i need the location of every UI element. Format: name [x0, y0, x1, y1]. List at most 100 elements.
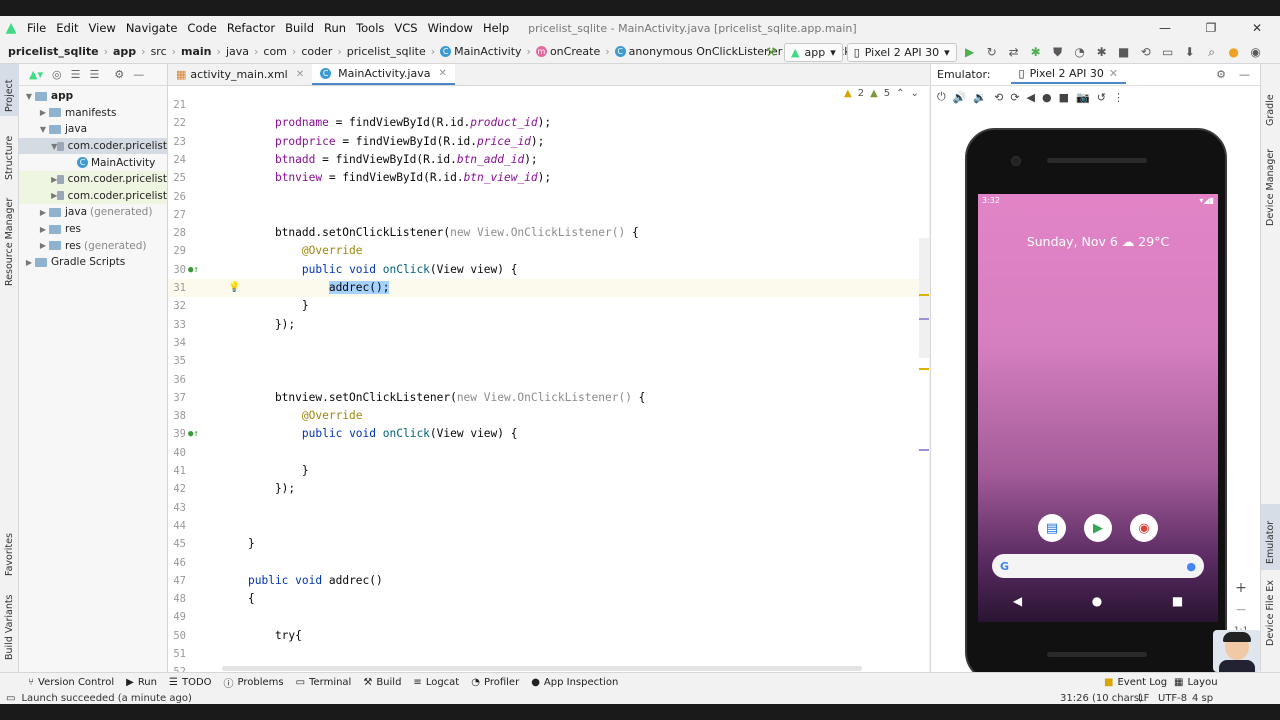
- code-line[interactable]: 49: [168, 608, 929, 626]
- implement-gutter-icon[interactable]: ●↑: [188, 425, 199, 443]
- power-icon[interactable]: ⏻: [937, 90, 946, 104]
- layout-inspector-tool[interactable]: ▦ Layou: [1174, 677, 1218, 688]
- breadcrumb-item[interactable]: main: [181, 45, 212, 58]
- home-icon[interactable]: ●: [1042, 91, 1052, 104]
- breadcrumb-item[interactable]: anonymous OnClickListener: [629, 45, 783, 58]
- emulator-device-tab[interactable]: ▯ Pixel 2 API 30 ✕: [1010, 65, 1127, 84]
- menu-navigate[interactable]: Navigate: [121, 21, 183, 35]
- emulator-tool-tab[interactable]: Emulator: [1265, 521, 1276, 564]
- tree-item[interactable]: ▶ Gradle Scripts: [19, 254, 167, 271]
- close-tab-icon[interactable]: ✕: [438, 68, 446, 79]
- menu-vcs[interactable]: VCS: [389, 21, 422, 35]
- tab-main-activity-java[interactable]: C MainActivity.java ✕: [312, 64, 455, 85]
- build-variants-tool-tab[interactable]: Build Variants: [4, 594, 15, 660]
- settings-gear-icon[interactable]: ⚙: [114, 68, 124, 81]
- maximize-icon[interactable]: ❐: [1188, 16, 1234, 40]
- menu-code[interactable]: Code: [182, 21, 221, 35]
- volume-up-icon[interactable]: 🔊: [953, 91, 967, 104]
- code-line[interactable]: 48 {: [168, 590, 929, 608]
- menu-window[interactable]: Window: [423, 21, 478, 35]
- coverage-icon[interactable]: ⛊: [1049, 43, 1067, 61]
- code-line[interactable]: 31 💡 addrec();: [168, 279, 929, 298]
- code-line[interactable]: 30 ●↑ public void onClick(View view) {: [168, 261, 929, 279]
- code-editor[interactable]: 21 22 prodname = findViewById(R.id.produc…: [168, 86, 929, 672]
- attach-debugger-icon[interactable]: ✱: [1093, 43, 1111, 61]
- messages-app-icon[interactable]: ▤: [1038, 514, 1066, 542]
- tree-item[interactable]: ▶ java (generated): [19, 204, 167, 221]
- code-line[interactable]: 27: [168, 206, 929, 224]
- code-line[interactable]: 26: [168, 188, 929, 206]
- stop-icon[interactable]: ■: [1115, 43, 1133, 61]
- app-inspection-tool[interactable]: ● App Inspection: [531, 677, 618, 688]
- code-line[interactable]: 41 }: [168, 462, 929, 480]
- screenshot-icon[interactable]: 📷: [1076, 91, 1090, 104]
- hammer-icon[interactable]: ⚒: [762, 43, 780, 61]
- profile-icon[interactable]: ◔: [1071, 43, 1089, 61]
- menu-edit[interactable]: Edit: [51, 21, 83, 35]
- vertical-scrollbar[interactable]: [919, 238, 929, 358]
- menu-tools[interactable]: Tools: [351, 21, 389, 35]
- more-options-icon[interactable]: ⋮: [1113, 91, 1124, 104]
- code-line[interactable]: 50 try{: [168, 627, 929, 645]
- rotate-right-icon[interactable]: ⟳: [1010, 91, 1019, 104]
- code-line[interactable]: 23 prodprice = findViewById(R.id.price_i…: [168, 133, 929, 151]
- terminal-tool[interactable]: ▭ Terminal: [296, 677, 352, 688]
- chrome-app-icon[interactable]: ◉: [1130, 514, 1158, 542]
- breadcrumb-item[interactable]: onCreate: [550, 45, 600, 58]
- account-icon[interactable]: ◉: [1247, 43, 1265, 61]
- status-message[interactable]: Launch succeeded (a minute ago): [21, 693, 191, 704]
- tree-item[interactable]: C MainActivity: [19, 154, 167, 171]
- search-icon[interactable]: ⌕: [1203, 43, 1221, 61]
- run-tool[interactable]: ▶ Run: [126, 677, 157, 688]
- sdk-manager-icon[interactable]: ⬇: [1181, 43, 1199, 61]
- tree-item[interactable]: ▶ com.coder.pricelist: [19, 170, 167, 188]
- code-line[interactable]: 24 btnadd = findViewById(R.id.btn_add_id…: [168, 151, 929, 169]
- previous-highlight-icon[interactable]: ⌃: [896, 88, 904, 99]
- chevron-down-icon[interactable]: ▼: [23, 92, 35, 101]
- horizontal-scrollbar[interactable]: [222, 666, 862, 671]
- code-line[interactable]: 33 });: [168, 316, 929, 334]
- todo-tool[interactable]: ☰ TODO: [169, 677, 212, 688]
- back-icon[interactable]: ◀: [1027, 91, 1035, 104]
- tree-item[interactable]: ▼ java: [19, 121, 167, 138]
- play-store-app-icon[interactable]: ▶: [1084, 514, 1112, 542]
- inspection-widget[interactable]: ▲ 2 ▲ 5 ⌃ ⌄: [844, 88, 919, 99]
- logcat-tool[interactable]: ≡ Logcat: [413, 677, 459, 688]
- breadcrumb-item[interactable]: pricelist_sqlite: [347, 45, 426, 58]
- run-config-dropdown[interactable]: ▲ app ▾: [784, 42, 843, 62]
- code-line[interactable]: 21: [168, 96, 929, 114]
- code-line[interactable]: 38 @Override: [168, 407, 929, 425]
- back-icon[interactable]: ◀: [1013, 594, 1022, 608]
- menu-refactor[interactable]: Refactor: [222, 21, 280, 35]
- code-line[interactable]: 42 });: [168, 480, 929, 498]
- tree-item[interactable]: ▼ app: [19, 88, 167, 105]
- breadcrumb-item[interactable]: com: [263, 45, 287, 58]
- code-line[interactable]: 35: [168, 352, 929, 370]
- line-separator[interactable]: LF: [1138, 693, 1149, 704]
- device-manager-icon[interactable]: ▭: [1159, 43, 1177, 61]
- breadcrumb-item[interactable]: coder: [301, 45, 332, 58]
- structure-tool-tab[interactable]: Structure: [4, 136, 15, 180]
- breadcrumb-item[interactable]: app: [113, 45, 136, 58]
- next-highlight-icon[interactable]: ⌄: [911, 88, 919, 99]
- gradle-tool-tab[interactable]: Gradle: [1265, 94, 1276, 126]
- file-encoding[interactable]: UTF-8: [1158, 693, 1187, 704]
- menu-help[interactable]: Help: [478, 21, 514, 35]
- problems-tool[interactable]: ⓘ Problems: [224, 675, 284, 690]
- android-view-icon[interactable]: ▲▾: [29, 68, 43, 81]
- close-tab-icon[interactable]: ✕: [296, 69, 304, 80]
- google-search-bar[interactable]: G ●: [992, 554, 1204, 578]
- apply-changes-icon[interactable]: ⇄: [1005, 43, 1023, 61]
- code-line[interactable]: 36: [168, 371, 929, 389]
- caret-position[interactable]: 31:26 (10 chars): [1060, 693, 1143, 704]
- code-line[interactable]: 51: [168, 645, 929, 663]
- code-line[interactable]: 25 btnview = findViewById(R.id.btn_view_…: [168, 169, 929, 187]
- code-line[interactable]: 45}: [168, 535, 929, 553]
- expand-all-icon[interactable]: ☰: [71, 68, 81, 81]
- code-line[interactable]: 28 btnadd.setOnClickListener(new View.On…: [168, 224, 929, 242]
- favorites-tool-tab[interactable]: Favorites: [4, 533, 15, 576]
- intention-bulb-icon[interactable]: 💡: [228, 279, 240, 297]
- tree-item[interactable]: ▶ com.coder.pricelist: [19, 187, 167, 205]
- chevron-right-icon[interactable]: ▶: [37, 208, 49, 217]
- code-line[interactable]: 29 @Override: [168, 242, 929, 260]
